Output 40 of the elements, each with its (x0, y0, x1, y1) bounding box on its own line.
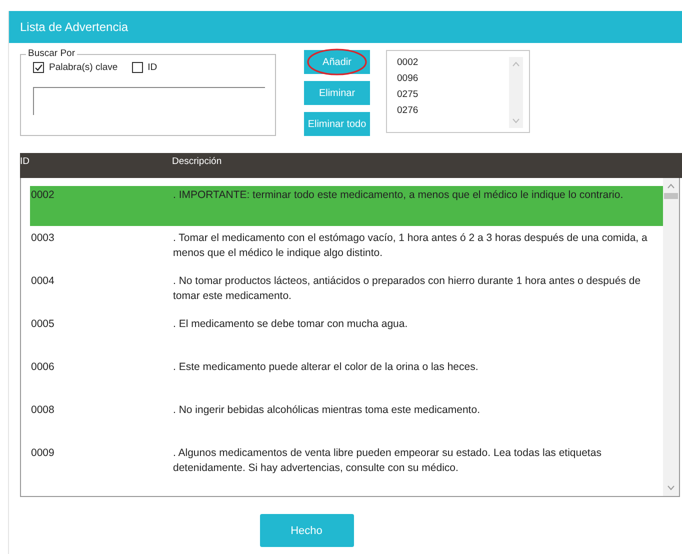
table-cell-text: 0008 (30, 403, 56, 418)
table-cell-text: 0002 (30, 188, 56, 203)
list-item[interactable]: 0002 (397, 55, 509, 71)
scrollbar[interactable] (663, 178, 679, 496)
table-cell-text: 0003 (30, 231, 56, 246)
checkbox-label[interactable]: ID (148, 62, 158, 73)
scrollbar[interactable] (509, 57, 523, 128)
table-row[interactable]: 0006 . Este medicamento puede alterar el color de la orina o las heces. (30, 358, 663, 401)
list-item[interactable]: 0096 (397, 71, 509, 87)
table-cell-text: . El medicamento se debe tomar con mucha agua. (173, 317, 409, 332)
chevron-up-icon[interactable] (512, 61, 520, 67)
list-item[interactable]: 0276 (397, 103, 509, 119)
checkbox-label[interactable]: Palabra(s) clave (49, 62, 118, 73)
table-cell-text: . No ingerir bebidas alcohólicas mientras toma este medicamento. (173, 403, 481, 418)
table-cell-text: 0005 (30, 317, 56, 332)
list-item[interactable]: 0275 (397, 87, 509, 103)
checkbox[interactable] (33, 62, 44, 73)
checkbox[interactable] (132, 62, 143, 73)
table-row[interactable]: 0004 . No tomar productos lácteos, antiácidos o preparados con hierro durante 1 hora antes o después de tomar este medicamento. (30, 272, 663, 315)
scroll-thumb[interactable] (664, 193, 678, 199)
table-cell-text: . Este medicamento puede alterar el color de la orina o las heces. (173, 360, 480, 375)
table-row[interactable]: 0008 . No ingerir bebidas alcohólicas mientras toma este medicamento. (30, 401, 663, 444)
table-cell-text: . No tomar productos lácteos, antiácidos o preparados con hierro durante 1 hora antes o después de tomar este medicamento. (173, 274, 642, 304)
table-cell-text: . Algunos medicamentos de venta libre pueden empeorar su estado. Lea todas las etiquetas detenidamente. Si hay advertencias, consulte con su médico. (173, 446, 602, 476)
table-row[interactable]: 0002 . IMPORTANTE: terminar todo este medicamento, a menos que el médico le indique lo contrario. (30, 186, 663, 226)
column-header[interactable]: ID (20, 156, 172, 178)
chevron-down-icon[interactable] (667, 485, 675, 491)
chevron-up-icon[interactable] (667, 183, 675, 189)
column-header[interactable]: Descripción (172, 156, 222, 178)
group-label: Buscar Por (26, 48, 77, 59)
table-row[interactable]: 0005 . El medicamento se debe tomar con mucha agua. (30, 315, 663, 358)
chevron-down-icon[interactable] (512, 118, 520, 124)
table-cell-text: . IMPORTANTE: terminar todo este medicamento, a menos que el médico le indique lo contrario. (173, 188, 624, 203)
table-cell-text: 0006 (30, 360, 56, 375)
window-title: Lista de Advertencia (20, 20, 128, 34)
table-row[interactable]: 0003 . Tomar el medicamento con el estómago vacío, 1 hora antes ó 2 a 3 horas después de una comida, a menos que el médico le indique algo distinto. (30, 229, 663, 272)
table-cell-text: 0004 (30, 274, 56, 289)
table-cell-text: 0009 (30, 446, 56, 461)
table-row[interactable]: 0009 . Algunos medicamentos de venta libre pueden empeorar su estado. Lea todas las etiquetas detenidamente. Si hay advertencias, consulte con su médico. (30, 444, 663, 487)
table-cell-text: . Tomar el medicamento con el estómago vacío, 1 hora antes ó 2 a 3 horas después de una comida, a menos que el médico le indique algo distinto. (173, 231, 648, 261)
